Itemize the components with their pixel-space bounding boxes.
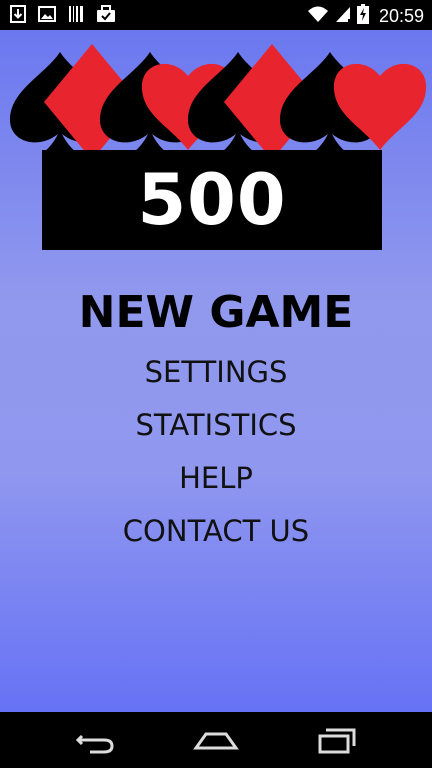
recents-icon <box>318 728 356 754</box>
clock: 20:59 <box>378 6 424 26</box>
signal-icon <box>335 5 351 28</box>
logo-title: 500 <box>137 159 287 241</box>
wifi-icon <box>307 5 329 28</box>
home-icon <box>193 732 239 750</box>
download-icon <box>10 5 26 28</box>
main-menu: NEW GAME SETTINGS STATISTICS HELP CONTAC… <box>0 280 432 558</box>
logo-plate: 500 <box>42 150 382 250</box>
statistics-button[interactable]: STATISTICS <box>0 399 432 452</box>
home-button[interactable] <box>186 724 246 756</box>
new-game-button[interactable]: NEW GAME <box>0 280 432 346</box>
navigation-bar <box>0 712 432 768</box>
barcode-icon <box>68 5 84 28</box>
help-button[interactable]: HELP <box>0 452 432 505</box>
back-button[interactable] <box>66 724 126 756</box>
image-icon <box>38 6 56 27</box>
settings-button[interactable]: SETTINGS <box>0 346 432 399</box>
contact-us-button[interactable]: CONTACT US <box>0 505 432 558</box>
main-menu-screen: 500 NEW GAME SETTINGS STATISTICS HELP CO… <box>0 30 432 712</box>
recents-button[interactable] <box>306 724 366 756</box>
status-bar: 20:59 <box>0 0 432 30</box>
battery-charging-icon <box>356 4 369 29</box>
back-icon <box>75 734 114 754</box>
briefcase-icon <box>96 5 116 28</box>
